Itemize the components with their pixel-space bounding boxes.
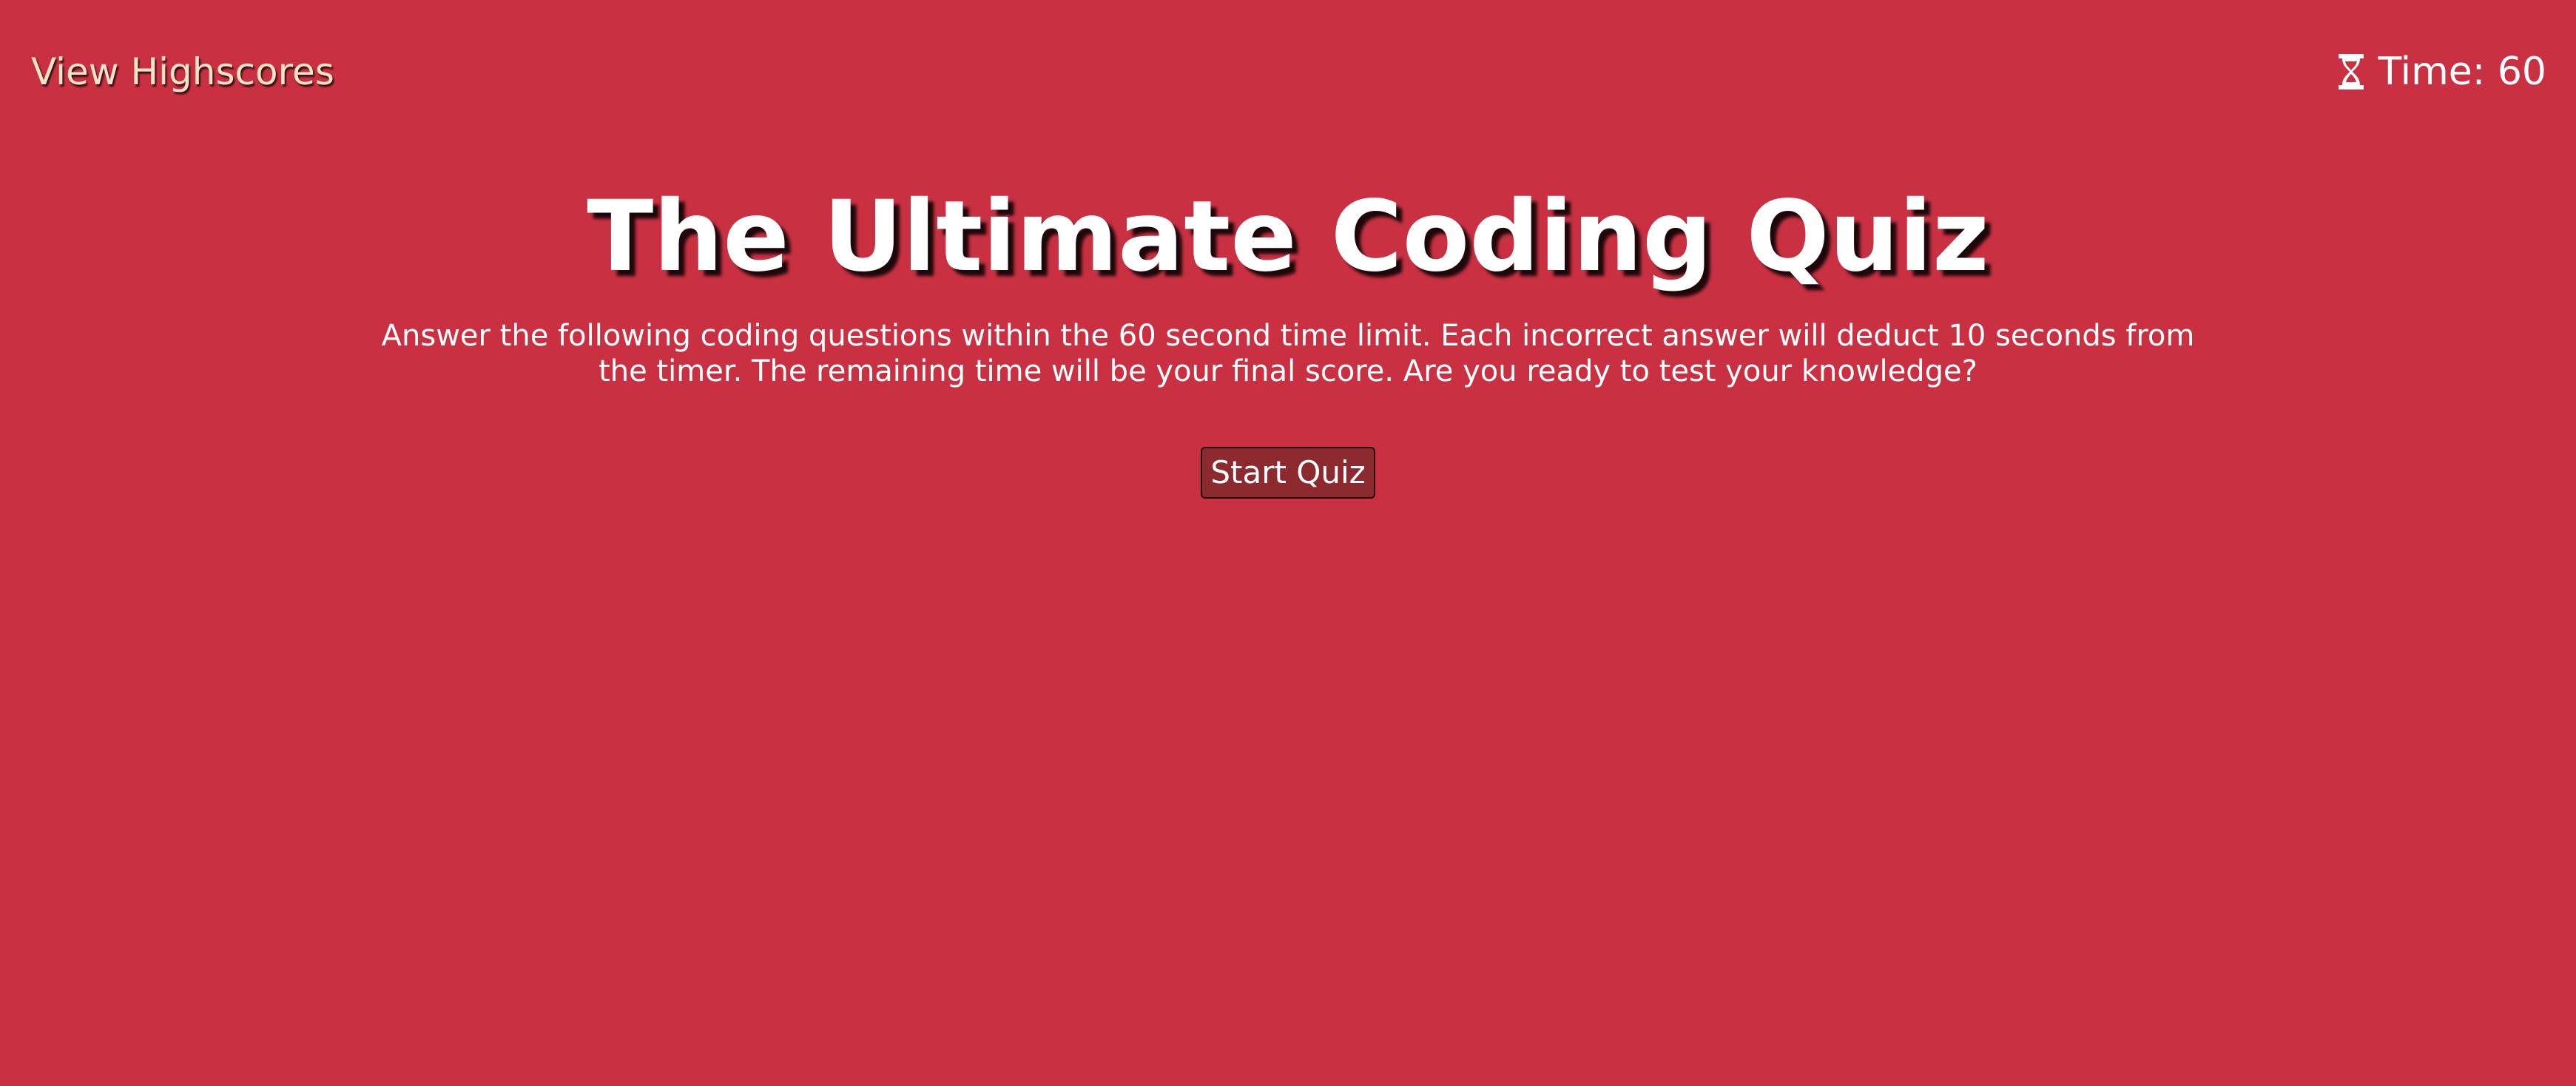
page-title: The Ultimate Coding Quiz — [587, 180, 1989, 294]
view-highscores-link[interactable]: View Highscores — [31, 46, 334, 98]
timer: Time: 60 — [2337, 46, 2546, 98]
start-quiz-button[interactable]: Start Quiz — [1201, 447, 1375, 499]
hourglass-icon — [2338, 54, 2364, 90]
timer-label: Time: 60 — [2378, 50, 2546, 94]
quiz-intro-section: The Ultimate Coding Quiz Answer the foll… — [0, 178, 2576, 499]
quiz-instructions: Answer the following coding questions wi… — [381, 319, 2195, 388]
top-bar: View Highscores Time: 60 — [0, 0, 2576, 141]
